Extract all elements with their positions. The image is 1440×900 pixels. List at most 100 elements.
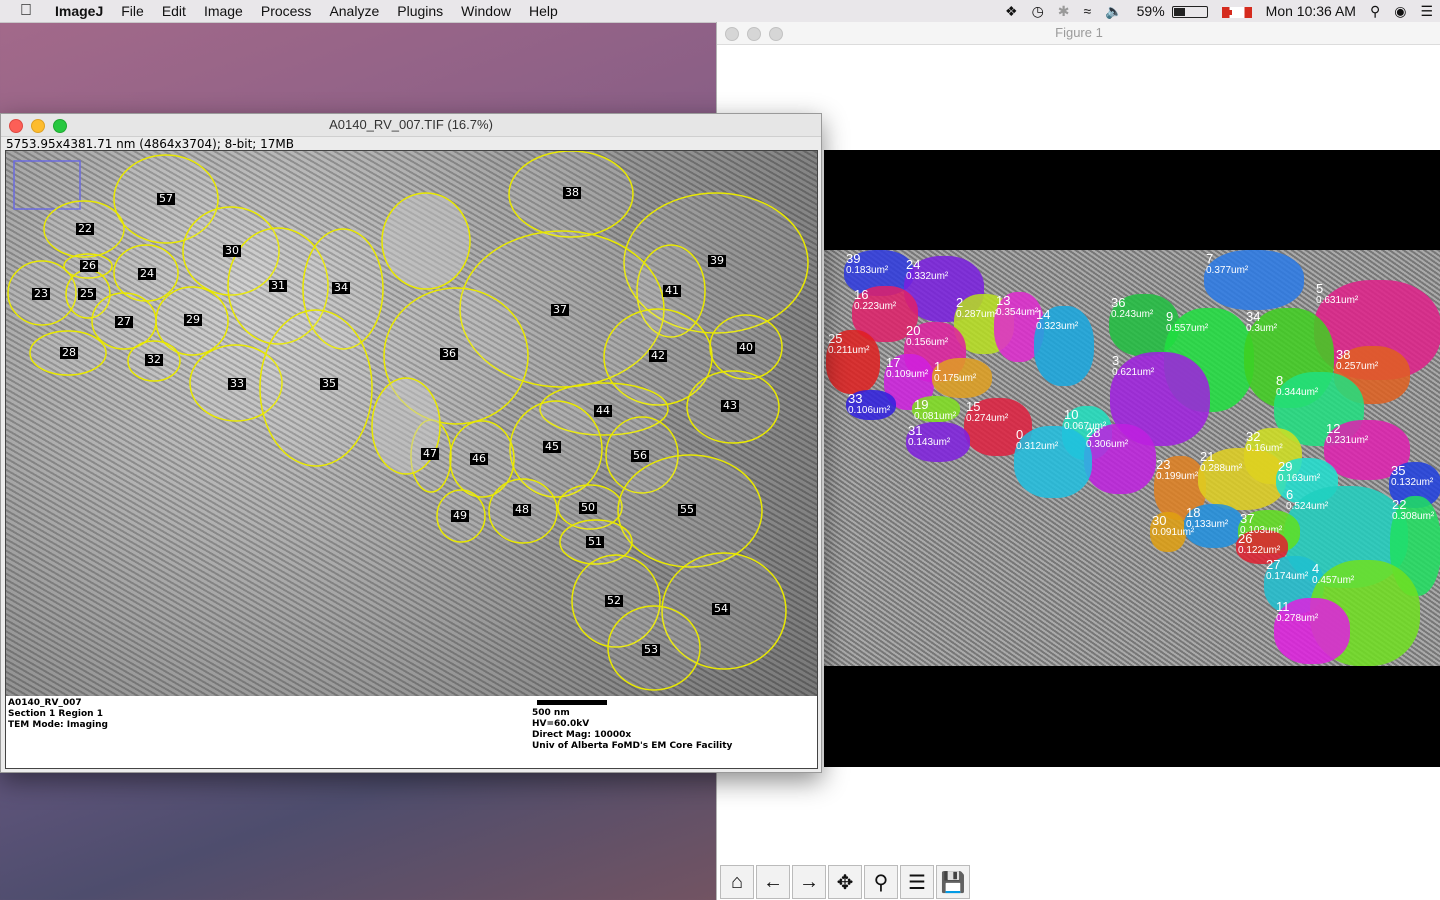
battery-percent[interactable]: 59% (1130, 0, 1172, 22)
segmentation-plot[interactable]: 39 0.183um² 24 0.332um² 7 0.377um² 5 0.631um² 16… (824, 150, 1440, 767)
segment-id-label: 12 (1326, 421, 1341, 436)
segment-area-label: 0.243um² (1111, 309, 1154, 320)
image-caption: A0140_RV_007 Section 1 Region 1 TEM Mode… (5, 696, 818, 769)
wifi-icon[interactable]: ≈ (1077, 0, 1099, 22)
roi-label: 26 (80, 259, 98, 272)
volume-icon[interactable]: 🔈 (1098, 0, 1129, 22)
roi-label: 57 (157, 192, 175, 205)
roi-label: 36 (440, 347, 458, 360)
roi-label: 32 (145, 353, 163, 366)
roi-label: 44 (594, 404, 612, 417)
time-machine-icon[interactable]: ◷ (1025, 0, 1051, 22)
zoom-button[interactable] (769, 27, 783, 41)
caption-mode: TEM Mode: Imaging (8, 720, 108, 730)
segment-area-label: 0.312um² (1016, 441, 1059, 452)
segment-area-label: 0.557um² (1166, 323, 1209, 334)
segment-id-label: 21 (1200, 449, 1215, 464)
segment-region (1204, 250, 1304, 310)
close-button[interactable] (9, 119, 23, 133)
roi-label: 56 (631, 449, 649, 462)
roi-label: 33 (228, 377, 246, 390)
dropbox-icon[interactable]: ❖ (998, 0, 1025, 22)
caption-section: Section 1 Region 1 (8, 709, 103, 719)
segment-id-label: 19 (914, 397, 929, 412)
menu-image[interactable]: Image (195, 0, 252, 22)
minimize-button[interactable] (747, 27, 761, 41)
forward-icon[interactable]: → (792, 865, 826, 899)
segment-area-label: 0.621um² (1112, 367, 1155, 378)
roi-label: 53 (642, 643, 660, 656)
roi-label: 40 (737, 341, 755, 354)
segment-id-label: 27 (1266, 557, 1281, 572)
imagej-window: A0140_RV_007.TIF (16.7%) 5753.95x4381.71… (0, 113, 822, 773)
configure-icon[interactable]: ☰ (900, 865, 934, 899)
menu-app-name[interactable]: ImageJ (46, 0, 112, 22)
segment-area-label: 0.323um² (1036, 321, 1079, 332)
save-icon[interactable]: 💾 (936, 865, 970, 899)
segment-id-label: 38 (1336, 347, 1351, 362)
menu-window[interactable]: Window (452, 0, 520, 22)
segment-id-label: 22 (1392, 497, 1407, 512)
segment-area-label: 0.163um² (1278, 473, 1321, 484)
segment-area-label: 0.306um² (1086, 439, 1129, 450)
pan-icon[interactable]: ✥ (828, 865, 862, 899)
roi-label: 41 (663, 284, 681, 297)
minimize-button[interactable] (31, 119, 45, 133)
segment-area-label: 0.332um² (906, 271, 949, 282)
home-icon[interactable]: ⌂ (720, 865, 754, 899)
search-icon[interactable]: ⚲ (1363, 0, 1387, 22)
segment-id-label: 8 (1276, 373, 1284, 388)
caption-mag: Direct Mag: 10000x (532, 730, 632, 740)
roi-label: 23 (32, 287, 50, 300)
segment-area-label: 0.132um² (1391, 477, 1434, 488)
roi-label: 48 (513, 503, 531, 516)
close-button[interactable] (725, 27, 739, 41)
roi-label: 37 (551, 303, 569, 316)
segment-id-label: 9 (1166, 309, 1174, 324)
roi-label: 22 (76, 222, 94, 235)
apple-icon[interactable]:  (0, 0, 46, 22)
imagej-titlebar[interactable]: A0140_RV_007.TIF (16.7%) (1, 114, 821, 137)
segment-area-label: 0.257um² (1336, 361, 1379, 372)
segment-area-label: 0.231um² (1326, 435, 1369, 446)
segment-id-label: 2 (956, 295, 964, 310)
siri-icon[interactable]: ◉ (1387, 0, 1413, 22)
segmented-image: 39 0.183um² 24 0.332um² 7 0.377um² 5 0.631um² 16… (824, 250, 1440, 666)
segment-area-label: 0.122um² (1238, 545, 1281, 556)
roi-label: 55 (678, 503, 696, 516)
back-icon[interactable]: ← (756, 865, 790, 899)
menu-help[interactable]: Help (520, 0, 567, 22)
menu-icon[interactable]: ☰ (1413, 0, 1440, 22)
roi-label: 28 (60, 346, 78, 359)
roi-label: 31 (269, 279, 287, 292)
segment-area-label: 0.143um² (908, 437, 951, 448)
caption-sample: A0140_RV_007 (8, 698, 82, 708)
roi-label: 29 (184, 313, 202, 326)
segment-area-label: 0.354um² (996, 307, 1039, 318)
segment-area-label: 0.106um² (848, 405, 891, 416)
zoom-icon[interactable]: ⚲ (864, 865, 898, 899)
menu-process[interactable]: Process (252, 0, 321, 22)
bluetooth-icon[interactable]: ✱ (1051, 0, 1077, 22)
segment-area-label: 0.377um² (1206, 265, 1249, 276)
flag-icon[interactable] (1215, 0, 1259, 22)
roi-label: 24 (138, 267, 156, 280)
menu-analyze[interactable]: Analyze (320, 0, 388, 22)
figure-titlebar[interactable]: Figure 1 (717, 22, 1440, 45)
zoom-button[interactable] (53, 119, 67, 133)
segment-area-label: 0.199um² (1156, 471, 1199, 482)
figure-title: Figure 1 (1055, 25, 1103, 40)
plot-toolbar: ⌂ ← → ✥ ⚲ ☰ 💾 (720, 865, 970, 899)
segment-id-label: 35 (1391, 463, 1406, 478)
clock[interactable]: Mon 10:36 AM (1259, 0, 1363, 22)
em-image-canvas[interactable]: 57 38 22 30 39 26 24 31 34 23 25 41 27 2… (5, 150, 818, 697)
battery-icon[interactable] (1171, 0, 1215, 22)
menu-edit[interactable]: Edit (153, 0, 195, 22)
segment-id-label: 36 (1111, 295, 1126, 310)
figure-window: Figure 1 39 0.183um² 24 0.332um² 7 0.377um² 5 0… (716, 22, 1440, 900)
menu-file[interactable]: File (112, 0, 153, 22)
segment-region (1014, 426, 1092, 498)
roi-label: 54 (712, 602, 730, 615)
menu-plugins[interactable]: Plugins (388, 0, 452, 22)
imagej-title: A0140_RV_007.TIF (16.7%) (329, 117, 493, 132)
